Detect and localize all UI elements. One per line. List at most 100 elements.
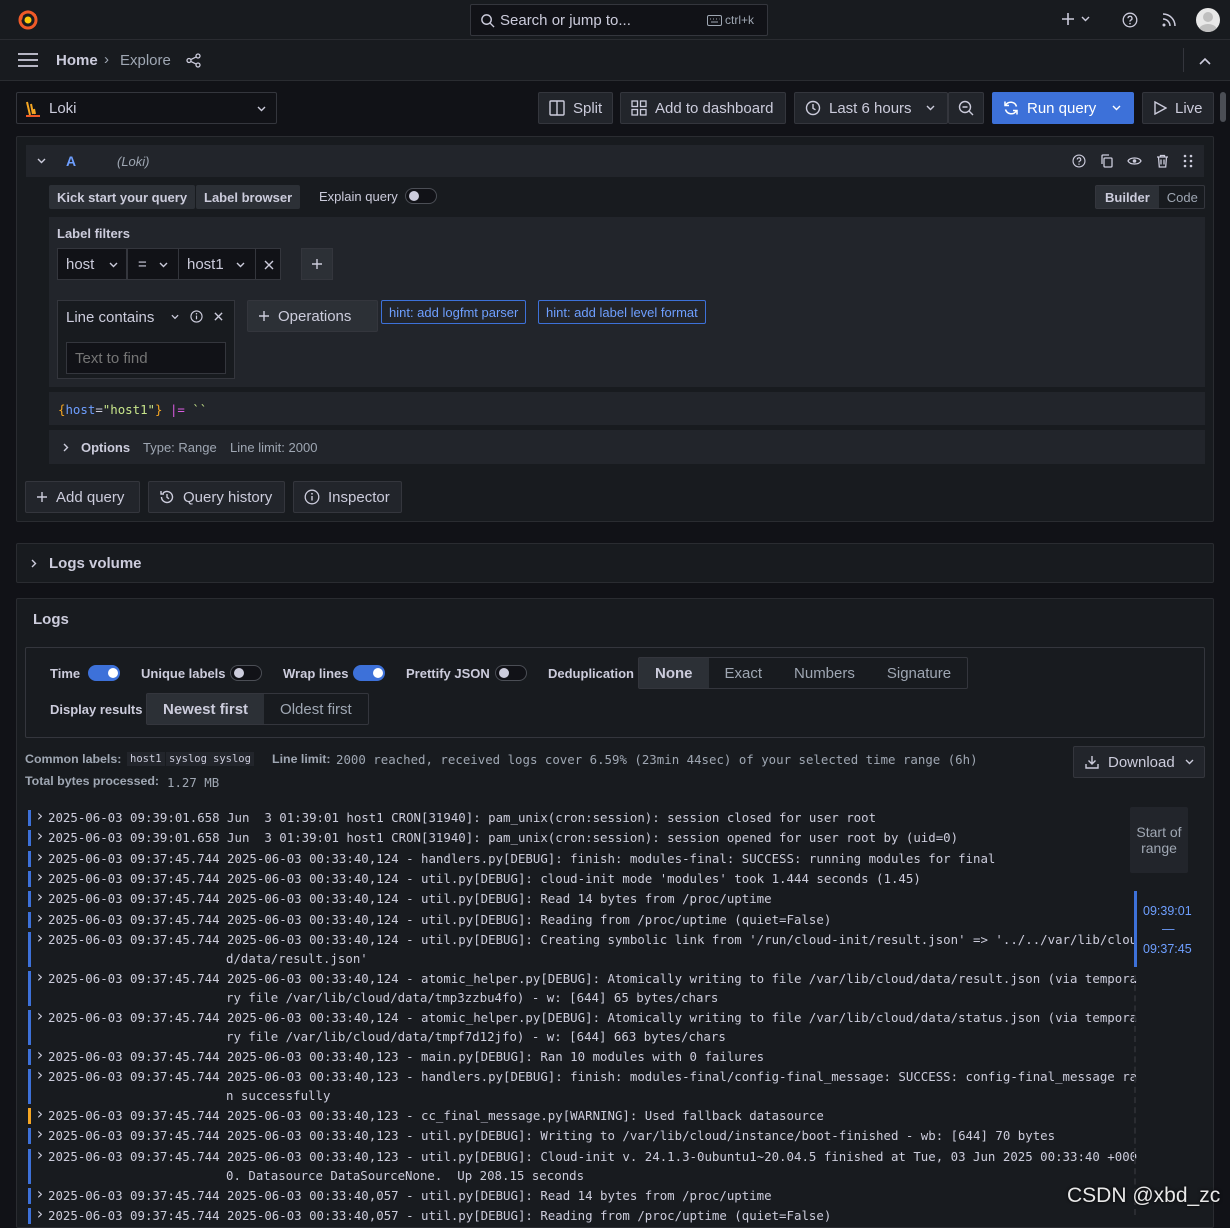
chevron-right-icon[interactable]: ›	[35, 1045, 45, 1064]
query-history-button[interactable]: Query history	[148, 481, 285, 513]
log-row[interactable]: › 2025-06-03 09:37:45.744 2025-06-03 00:3…	[28, 1045, 1128, 1067]
scrollbar[interactable]	[1220, 92, 1226, 122]
operation-name[interactable]: Line contains	[66, 309, 154, 326]
plus-icon[interactable]	[1061, 12, 1075, 26]
menu-icon[interactable]	[18, 53, 38, 67]
log-row[interactable]: › 2025-06-03 09:37:45.744 2025-06-03 00:3…	[28, 1145, 1137, 1186]
time-toggle[interactable]	[88, 665, 120, 681]
drag-handle-icon[interactable]	[1183, 154, 1193, 168]
grafana-logo-icon[interactable]	[16, 8, 40, 32]
log-row[interactable]: › 2025-06-03 09:37:45.744 2025-06-03 00:3…	[28, 1204, 1128, 1226]
log-row[interactable]: › 2025-06-03 09:37:45.744 2025-06-03 00:3…	[28, 1065, 1137, 1106]
query-ref-id[interactable]: A	[66, 153, 76, 169]
help-icon[interactable]	[1122, 12, 1138, 28]
avatar[interactable]	[1196, 8, 1220, 32]
help-icon[interactable]	[1072, 154, 1086, 168]
eye-icon[interactable]	[1127, 156, 1142, 166]
chevron-right-icon[interactable]: ›	[35, 1145, 45, 1164]
log-row[interactable]: › 2025-06-03 09:37:45.744 2025-06-03 00:3…	[28, 867, 1128, 889]
chevron-right-icon[interactable]: ›	[35, 1204, 45, 1223]
chevron-right-icon[interactable]: ›	[35, 1124, 45, 1143]
dedup-option-exact[interactable]: Exact	[709, 658, 779, 688]
start-of-range-button[interactable]: Start of range	[1130, 807, 1188, 873]
dedup-option-none[interactable]: None	[639, 658, 709, 688]
log-row[interactable]: › 2025-06-03 09:37:45.744 2025-06-03 00:3…	[28, 1124, 1128, 1146]
breadcrumb-home[interactable]: Home	[56, 52, 98, 69]
expr-operator: |=	[169, 402, 185, 417]
label-select[interactable]: host	[57, 248, 127, 280]
chevron-right-icon[interactable]: ›	[35, 1104, 45, 1123]
code-mode-option[interactable]: Code	[1159, 186, 1206, 208]
dedup-option-signature[interactable]: Signature	[871, 658, 967, 688]
operator-select[interactable]: =	[127, 248, 179, 280]
chevron-right-icon[interactable]: ›	[35, 1065, 45, 1084]
zoom-out-button[interactable]	[948, 92, 984, 124]
log-row[interactable]: › 2025-06-03 09:37:45.744 2025-06-03 00:3…	[28, 967, 1137, 1008]
kick-start-button[interactable]: Kick start your query	[49, 185, 196, 209]
log-level-bar	[28, 870, 31, 887]
log-row[interactable]: › 2025-06-03 09:37:45.744 2025-06-03 00:3…	[28, 928, 1137, 969]
info-icon[interactable]	[190, 310, 203, 323]
label-browser-button[interactable]: Label browser	[196, 185, 301, 209]
hint-logfmt-button[interactable]: hint: add logfmt parser	[381, 300, 527, 324]
close-icon[interactable]	[214, 312, 223, 321]
info-icon	[304, 489, 320, 505]
explain-query-toggle[interactable]	[405, 188, 437, 204]
logs-volume-panel[interactable]: Logs volume	[16, 543, 1214, 583]
unique-labels-toggle[interactable]	[230, 665, 262, 681]
text-to-find-input[interactable]	[66, 342, 226, 374]
copy-icon[interactable]	[1100, 154, 1113, 168]
chevron-right-icon[interactable]: ›	[35, 867, 45, 886]
add-to-dashboard-button[interactable]: Add to dashboard	[620, 92, 786, 124]
chevron-down-icon[interactable]	[1112, 105, 1121, 111]
chevron-down-icon[interactable]	[171, 314, 179, 320]
live-button[interactable]: Live	[1142, 92, 1214, 124]
chevron-right-icon[interactable]: ›	[35, 826, 45, 845]
value-select[interactable]: host1	[178, 248, 256, 280]
chevron-right-icon[interactable]: ›	[35, 847, 45, 866]
log-row[interactable]: › 2025-06-03 09:37:45.744 2025-06-03 00:3…	[28, 908, 1128, 930]
chevron-down-icon[interactable]	[37, 158, 46, 164]
log-row[interactable]: › 2025-06-03 09:37:45.744 2025-06-03 00:3…	[28, 887, 1128, 909]
dedup-option-numbers[interactable]: Numbers	[778, 658, 871, 688]
chevron-down-icon[interactable]	[1081, 16, 1090, 22]
download-button[interactable]: Download	[1073, 746, 1205, 778]
order-oldest-first[interactable]: Oldest first	[264, 694, 368, 724]
chevron-right-icon[interactable]: ›	[35, 908, 45, 927]
share-icon[interactable]	[186, 53, 201, 68]
rss-news-icon[interactable]	[1162, 13, 1176, 27]
log-row[interactable]: › 2025-06-03 09:37:45.744 2025-06-03 00:3…	[28, 1104, 1128, 1126]
wrap-lines-toggle[interactable]	[353, 665, 385, 681]
hint-label-format-button[interactable]: hint: add label level format	[538, 300, 706, 324]
search-bar[interactable]: Search or jump to... ctrl+k	[470, 4, 768, 36]
remove-filter-button[interactable]	[255, 248, 281, 280]
split-button[interactable]: Split	[538, 92, 613, 124]
log-row[interactable]: › 2025-06-03 09:37:45.744 2025-06-03 00:3…	[28, 1184, 1128, 1206]
log-row[interactable]: › 2025-06-03 09:37:45.744 2025-06-03 00:3…	[28, 1006, 1137, 1047]
order-newest-first[interactable]: Newest first	[147, 694, 265, 724]
builder-mode-option[interactable]: Builder	[1096, 186, 1159, 208]
log-row[interactable]: › 2025-06-03 09:37:45.744 2025-06-03 00:3…	[28, 847, 1128, 869]
trash-icon[interactable]	[1156, 154, 1169, 168]
chevron-up-icon[interactable]	[1199, 57, 1211, 65]
add-filter-button[interactable]	[301, 248, 333, 280]
chevron-right-icon[interactable]: ›	[35, 928, 45, 947]
operations-button[interactable]: Operations	[247, 300, 378, 332]
chevron-right-icon[interactable]: ›	[35, 967, 45, 986]
plus-icon	[311, 258, 323, 270]
datasource-picker[interactable]: Loki	[16, 92, 277, 124]
options-row[interactable]: Options Type: Range Line limit: 2000	[49, 430, 1205, 464]
chevron-right-icon[interactable]: ›	[35, 887, 45, 906]
chevron-right-icon[interactable]: ›	[35, 1184, 45, 1203]
inspector-button[interactable]: Inspector	[293, 481, 402, 513]
prettify-json-toggle[interactable]	[495, 665, 527, 681]
log-row[interactable]: › 2025-06-03 09:39:01.658 Jun 3 01:39:01 …	[28, 826, 1128, 848]
run-query-button[interactable]: Run query	[992, 92, 1134, 124]
add-query-button[interactable]: Add query	[25, 481, 140, 513]
log-row[interactable]: › 2025-06-03 09:39:01.658 Jun 3 01:39:01 …	[28, 806, 1128, 828]
log-nav-page-marker[interactable]	[1134, 891, 1137, 967]
time-range-picker[interactable]: Last 6 hours	[794, 92, 948, 124]
chevron-right-icon[interactable]: ›	[35, 1006, 45, 1025]
log-line-text: 2025-06-03 09:37:45.744 2025-06-03 00:33…	[48, 1009, 1138, 1025]
chevron-right-icon[interactable]: ›	[35, 806, 45, 825]
